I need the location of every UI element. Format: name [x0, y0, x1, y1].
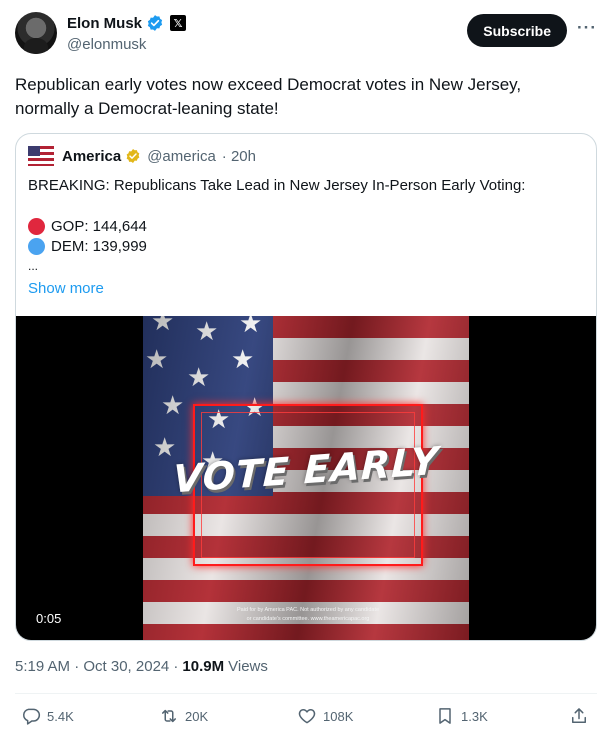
reply-button[interactable]: 5.4K [21, 706, 74, 726]
bookmark-button[interactable]: 1.3K [435, 706, 488, 726]
divider [15, 693, 597, 694]
more-options-icon[interactable]: ··· [577, 18, 597, 38]
quoted-tweet-text: BREAKING: Republicans Take Lead in New J… [28, 177, 526, 194]
reply-count: 5.4K [47, 708, 74, 724]
red-circle-icon [28, 218, 45, 235]
video-player[interactable]: ★ ★ ★ ★ ★ ★ ★ ★ ★ ★ ★ VOTE EARLY Paid fo… [16, 316, 596, 640]
bookmark-count: 1.3K [461, 708, 488, 724]
views-label: Views [228, 658, 268, 675]
tweet-header: Elon Musk 𝕏 @elonmusk Subscribe ··· [15, 12, 597, 56]
action-bar: 5.4K 20K 108K 1.3K [15, 706, 597, 734]
author-avatar[interactable] [15, 12, 57, 54]
tweet-text: Republican early votes now exceed Democr… [15, 75, 522, 118]
author-name-row: Elon Musk 𝕏 [67, 14, 187, 32]
quoted-tweet-card[interactable]: America @america · 20h BREAKING: Republi… [15, 133, 597, 641]
video-disclaimer: Paid for by America PAC. Not authorized … [203, 606, 413, 624]
bookmark-icon [439, 708, 451, 724]
repost-count: 20K [185, 708, 209, 724]
share-icon [572, 708, 586, 723]
quoted-author-name[interactable]: America [62, 148, 121, 165]
reply-icon [23, 708, 41, 725]
tweet-meta: 5:19 AM · Oct 30, 2024 · 10.9M Views [15, 658, 268, 675]
dem-stat-row: DEM: 139,999 [28, 238, 147, 255]
video-frame: ★ ★ ★ ★ ★ ★ ★ ★ ★ ★ ★ VOTE EARLY Paid fo… [143, 316, 469, 640]
quoted-tweet-header: America @america · 20h [28, 146, 256, 166]
gold-verified-badge-icon [126, 149, 140, 163]
show-more-link[interactable]: Show more [28, 280, 104, 297]
gop-stat-label: GOP: 144,644 [51, 218, 147, 235]
like-count: 108K [323, 708, 354, 724]
repost-button[interactable]: 20K [159, 706, 208, 726]
heart-icon [298, 709, 316, 724]
video-duration-badge: 0:05 [28, 606, 70, 630]
disclaimer-line-1: Paid for by America PAC. Not authorized … [236, 607, 380, 613]
us-flag-avatar-icon[interactable] [28, 146, 54, 166]
views-count: 10.9M [182, 658, 225, 675]
author-name[interactable]: Elon Musk [67, 15, 142, 32]
author-handle[interactable]: @elonmusk [67, 36, 146, 53]
repost-icon [162, 709, 176, 723]
truncation-ellipsis: ... [28, 259, 39, 273]
gop-stat-row: GOP: 144,644 [28, 218, 147, 235]
blue-circle-icon [28, 238, 45, 255]
x-affiliate-icon: 𝕏 [170, 15, 187, 31]
quoted-author-handle[interactable]: @america [147, 148, 216, 165]
tweet-timestamp[interactable]: 5:19 AM · Oct 30, 2024 · [15, 658, 178, 675]
share-button[interactable] [569, 706, 589, 726]
like-button[interactable]: 108K [297, 706, 353, 726]
quoted-tweet-time: · 20h [221, 147, 256, 165]
subscribe-button[interactable]: Subscribe [467, 14, 567, 47]
dem-stat-label: DEM: 139,999 [51, 238, 147, 255]
disclaimer-line-2: or candidate's committee. www.theamerica… [246, 616, 370, 622]
verified-badge-icon [147, 15, 163, 31]
